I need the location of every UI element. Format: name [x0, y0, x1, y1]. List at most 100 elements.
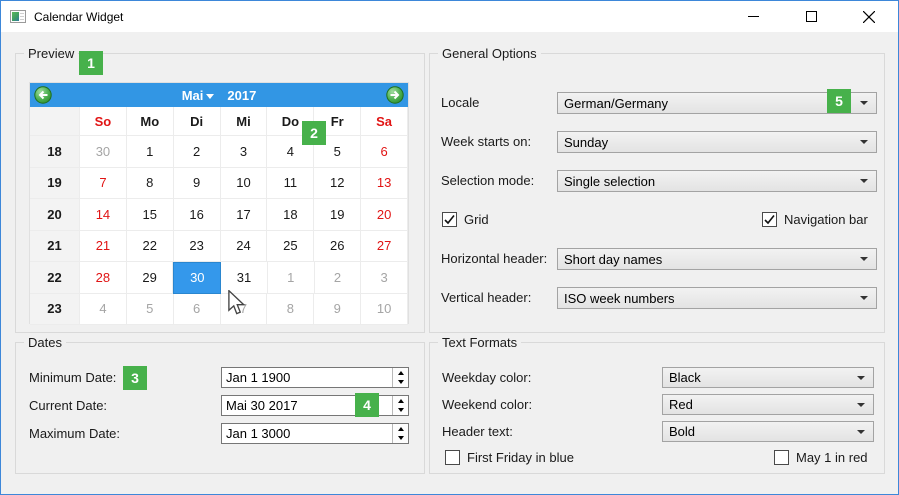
week-number: 22: [30, 262, 80, 294]
day-cell-1[interactable]: 1: [268, 262, 315, 294]
day-cell-9[interactable]: 9: [314, 294, 361, 326]
month-button[interactable]: Mai: [182, 88, 204, 103]
day-cell-28[interactable]: 28: [80, 262, 127, 294]
chevron-down-icon: [860, 257, 868, 261]
calendar-week-row: 1830123456: [30, 136, 408, 168]
day-cell-5[interactable]: 5: [127, 294, 174, 326]
next-month-button[interactable]: [386, 86, 404, 104]
day-cell-11[interactable]: 11: [267, 168, 314, 200]
current-date-label: Current Date:: [29, 395, 107, 417]
navigation-bar-checkbox[interactable]: Navigation bar: [762, 210, 868, 228]
day-cell-8[interactable]: 8: [267, 294, 314, 326]
day-cell-19[interactable]: 19: [314, 199, 361, 231]
day-cell-17[interactable]: 17: [221, 199, 268, 231]
day-cell-10[interactable]: 10: [221, 168, 268, 200]
day-cell-30[interactable]: 30: [80, 136, 127, 168]
weekday-color-label: Weekday color:: [442, 367, 531, 389]
first-friday-checkbox[interactable]: First Friday in blue: [445, 448, 574, 466]
day-cell-3[interactable]: 3: [361, 262, 408, 294]
close-button[interactable]: [840, 1, 898, 32]
calendar-week-row: 2228293031123: [30, 262, 408, 294]
previous-month-button[interactable]: [34, 86, 52, 104]
calendar-day-headers: SoMoDiMiDoFrSa: [30, 107, 408, 136]
current-date-spinbox[interactable]: Mai 30 2017: [221, 395, 409, 416]
may-1-checkbox-label: May 1 in red: [796, 450, 868, 465]
title-bar: Calendar Widget: [1, 1, 898, 32]
spin-down-button[interactable]: [393, 434, 408, 444]
weekend-color-select[interactable]: Red: [662, 394, 874, 415]
minimize-button[interactable]: [724, 1, 782, 32]
day-cell-24[interactable]: 24: [221, 231, 268, 263]
day-cell-8[interactable]: 8: [127, 168, 174, 200]
minimize-icon: [748, 11, 759, 22]
weekday-color-select[interactable]: Black: [662, 367, 874, 388]
day-cell-15[interactable]: 15: [127, 199, 174, 231]
spin-down-button[interactable]: [393, 378, 408, 388]
day-cell-12[interactable]: 12: [314, 168, 361, 200]
day-cell-29[interactable]: 29: [127, 262, 174, 294]
spin-up-button[interactable]: [393, 424, 408, 434]
day-header-So: So: [80, 107, 127, 136]
day-cell-30-selected[interactable]: 30: [173, 262, 221, 294]
day-cell-6[interactable]: 6: [174, 294, 221, 326]
day-cell-18[interactable]: 18: [267, 199, 314, 231]
may-1-checkbox[interactable]: May 1 in red: [774, 448, 868, 466]
weekend-color-label: Weekend color:: [442, 394, 532, 416]
day-cell-7[interactable]: 7: [80, 168, 127, 200]
day-cell-14[interactable]: 14: [80, 199, 127, 231]
day-cell-3[interactable]: 3: [221, 136, 268, 168]
day-cell-20[interactable]: 20: [361, 199, 408, 231]
calendar-week-row: 2345678910: [30, 294, 408, 326]
day-cell-25[interactable]: 25: [267, 231, 314, 263]
chevron-down-icon: [857, 403, 865, 407]
vertical-header-select[interactable]: ISO week numbers: [557, 287, 877, 309]
maximize-button[interactable]: [782, 1, 840, 32]
week-starts-select[interactable]: Sunday: [557, 131, 877, 153]
horizontal-header-select[interactable]: Short day names: [557, 248, 877, 270]
annotation-badge-3: 3: [123, 366, 147, 390]
day-cell-9[interactable]: 9: [174, 168, 221, 200]
header-text-select[interactable]: Bold: [662, 421, 874, 442]
day-cell-26[interactable]: 26: [314, 231, 361, 263]
day-cell-1[interactable]: 1: [127, 136, 174, 168]
minimum-date-label: Minimum Date:: [29, 367, 116, 389]
maximum-date-spinbox[interactable]: Jan 1 3000: [221, 423, 409, 444]
day-cell-31[interactable]: 31: [221, 262, 268, 294]
year-button[interactable]: 2017: [227, 88, 256, 103]
day-cell-22[interactable]: 22: [127, 231, 174, 263]
text-formats-group-title: Text Formats: [438, 335, 521, 350]
selection-mode-select[interactable]: Single selection: [557, 170, 877, 192]
text-formats-group: Text Formats Weekday color: Black Weeken…: [429, 342, 885, 474]
day-cell-4[interactable]: 4: [80, 294, 127, 326]
day-cell-23[interactable]: 23: [174, 231, 221, 263]
calendar-week-row: 2121222324252627: [30, 231, 408, 263]
spin-up-button[interactable]: [393, 396, 408, 406]
spin-down-button[interactable]: [393, 406, 408, 416]
maximum-date-value: Jan 1 3000: [222, 424, 392, 443]
day-cell-21[interactable]: 21: [80, 231, 127, 263]
day-cell-2[interactable]: 2: [315, 262, 362, 294]
navigation-bar-checkbox-label: Navigation bar: [784, 212, 868, 227]
day-header-Mo: Mo: [127, 107, 174, 136]
annotation-badge-1: 1: [79, 51, 103, 75]
spin-up-button[interactable]: [393, 368, 408, 378]
day-cell-6[interactable]: 6: [361, 136, 408, 168]
day-header-Sa: Sa: [361, 107, 408, 136]
minimum-date-spinbox[interactable]: Jan 1 1900: [221, 367, 409, 388]
checkbox-box: [774, 450, 789, 465]
weekday-color-value: Black: [663, 370, 857, 385]
week-starts-label: Week starts on:: [441, 131, 531, 153]
window-title: Calendar Widget: [34, 10, 123, 24]
day-cell-2[interactable]: 2: [174, 136, 221, 168]
grid-checkbox[interactable]: Grid: [442, 210, 489, 228]
day-cell-27[interactable]: 27: [361, 231, 408, 263]
vertical-header-label: Vertical header:: [441, 287, 531, 309]
day-cell-13[interactable]: 13: [361, 168, 408, 200]
day-cell-16[interactable]: 16: [174, 199, 221, 231]
weekend-color-value: Red: [663, 397, 857, 412]
calendar-corner-cell: [30, 107, 80, 136]
calendar-widget-window: Calendar Widget Preview: [0, 0, 899, 495]
header-text-value: Bold: [663, 424, 857, 439]
day-cell-10[interactable]: 10: [361, 294, 408, 326]
vertical-header-value: ISO week numbers: [558, 291, 860, 306]
